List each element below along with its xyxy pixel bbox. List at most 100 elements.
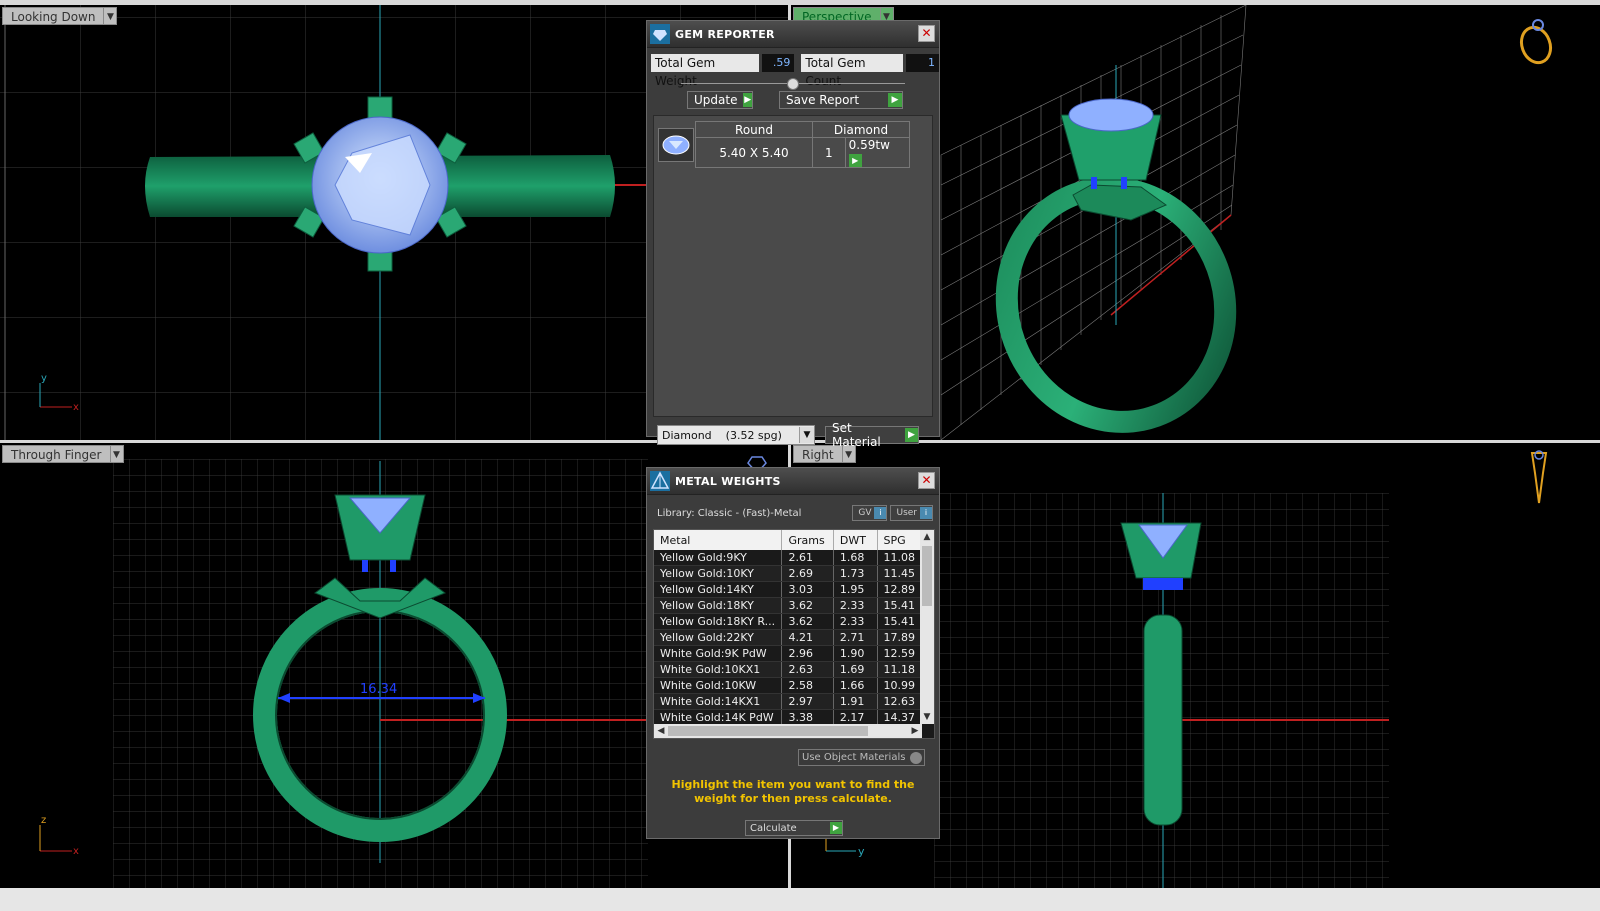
table-row[interactable]: White Gold:10KW 2.58 1.66 10.99: [654, 677, 922, 694]
total-gem-weight-value: .59: [761, 54, 795, 72]
gem-reporter-titlebar[interactable]: GEM REPORTER ✕: [647, 21, 939, 48]
column-header-grams[interactable]: Grams: [781, 530, 834, 550]
chevron-down-icon[interactable]: ▼: [110, 445, 124, 463]
gem-reporter-panel: GEM REPORTER ✕ Total Gem Weight .59 Tota…: [646, 20, 940, 449]
splitter-handle[interactable]: [787, 78, 799, 90]
grams-cell: 3.62: [781, 613, 834, 630]
dwt-cell: 1.66: [833, 677, 878, 694]
chevron-down-icon[interactable]: ▼: [799, 427, 814, 443]
grams-cell: 3.38: [781, 709, 834, 724]
dwt-cell: 2.17: [833, 709, 878, 724]
table-row[interactable]: White Gold:14KX1 2.97 1.91 12.63: [654, 693, 922, 710]
update-button[interactable]: Update ▶: [687, 91, 753, 109]
axis-x-label: x: [73, 846, 79, 857]
spg-cell: 10.99: [877, 677, 922, 694]
table-row[interactable]: White Gold:9K PdW 2.96 1.90 12.59: [654, 645, 922, 662]
ring-preview-icon: [1519, 19, 1553, 65]
library-label: Library: Classic - (Fast)-Metal: [657, 507, 802, 519]
viewport-view-selector[interactable]: Looking Down ▼: [2, 7, 118, 25]
metal-name-cell: Yellow Gold:18KY: [654, 597, 783, 614]
scrollbar-thumb[interactable]: [668, 726, 868, 736]
gv-toggle[interactable]: GV i: [852, 505, 888, 521]
chevron-down-icon[interactable]: ▼: [920, 710, 934, 724]
table-row[interactable]: White Gold:10KX1 2.63 1.69 11.18: [654, 661, 922, 678]
axis-x-label: x: [73, 402, 79, 413]
metal-name-cell: White Gold:9K PdW: [654, 645, 783, 662]
grams-cell: 2.58: [781, 677, 834, 694]
metal-name-cell: White Gold:14KX1: [654, 693, 783, 710]
table-row[interactable]: Yellow Gold:18KY 3.62 2.33 15.41: [654, 597, 922, 614]
metal-weights-panel: METAL WEIGHTS ✕ Library: Classic - (Fast…: [646, 467, 940, 839]
chevron-left-icon[interactable]: ◀: [654, 726, 668, 736]
play-icon: ▶: [743, 93, 752, 107]
table-row[interactable]: Yellow Gold:18KY R... 3.62 2.33 15.41: [654, 613, 922, 630]
metal-name-cell: Yellow Gold:18KY R...: [654, 613, 783, 630]
table-row[interactable]: Yellow Gold:9KY 2.61 1.68 11.08: [654, 550, 922, 566]
spg-cell: 11.18: [877, 661, 922, 678]
use-object-materials-toggle[interactable]: Use Object Materials: [798, 749, 925, 766]
chevron-down-icon[interactable]: ▼: [104, 7, 118, 25]
gem-list[interactable]: Round Diamond 5.40 X 5.40 1 0.59tw ▶: [653, 115, 933, 417]
gem-material: Diamond: [812, 121, 910, 138]
table-row[interactable]: Yellow Gold:22KY 4.21 2.71 17.89: [654, 629, 922, 646]
dimension-label: 16.34: [360, 682, 397, 697]
close-icon[interactable]: ✕: [918, 25, 935, 42]
metal-weights-titlebar[interactable]: METAL WEIGHTS ✕: [647, 468, 939, 495]
metal-weights-icon: [650, 471, 670, 491]
table-row[interactable]: White Gold:14K PdW 3.38 2.17 14.37: [654, 709, 922, 724]
chevron-up-icon[interactable]: ▲: [920, 530, 934, 544]
play-icon: ▶: [830, 822, 842, 834]
radio-icon: [910, 751, 922, 764]
user-label: User: [896, 508, 917, 518]
viewport-view-selector[interactable]: Through Finger ▼: [2, 445, 124, 463]
table-row[interactable]: Yellow Gold:14KY 3.03 1.95 12.89: [654, 581, 922, 598]
ring-side-icon: [1530, 450, 1548, 504]
material-select-value: Diamond (3.52 spg): [662, 428, 782, 442]
gem-list-item[interactable]: Round Diamond 5.40 X 5.40 1 0.59tw ▶: [658, 121, 928, 168]
grams-cell: 2.96: [781, 645, 834, 662]
grams-cell: 4.21: [781, 629, 834, 646]
vertical-scrollbar[interactable]: ▲ ▼: [920, 530, 934, 724]
horizontal-scrollbar[interactable]: ◀ ▶: [654, 724, 922, 738]
play-icon[interactable]: ▶: [848, 154, 862, 167]
save-report-button[interactable]: Save Report ▶: [779, 91, 903, 109]
spg-cell: 15.41: [877, 597, 922, 614]
total-gem-weight-label: Total Gem Weight: [651, 54, 759, 88]
column-header-spg[interactable]: SPG: [877, 530, 922, 550]
set-material-button[interactable]: Set Material ▶: [825, 421, 919, 449]
splitter[interactable]: [681, 78, 905, 90]
total-gem-count-value: 1: [906, 54, 939, 72]
dwt-cell: 2.71: [833, 629, 878, 646]
info-icon: i: [920, 507, 932, 519]
column-header-dwt[interactable]: DWT: [833, 530, 878, 550]
column-header-metal[interactable]: Metal: [654, 530, 783, 550]
instruction-text: Highlight the item you want to find the …: [671, 778, 915, 805]
metal-name-cell: White Gold:10KX1: [654, 661, 783, 678]
panel-title: GEM REPORTER: [675, 27, 775, 41]
gv-label: GV: [858, 508, 872, 518]
calculate-button[interactable]: Calculate ▶: [745, 820, 843, 836]
dwt-cell: 2.33: [833, 597, 878, 614]
gem-count: 1: [812, 137, 846, 168]
grams-cell: 2.97: [781, 693, 834, 710]
table-row[interactable]: Yellow Gold:10KY 2.69 1.73 11.45: [654, 565, 922, 582]
gem-shape: Round: [695, 121, 813, 138]
spg-cell: 11.45: [877, 565, 922, 582]
axis-y-label: y: [858, 845, 865, 858]
close-icon[interactable]: ✕: [918, 472, 935, 489]
gem-size: 5.40 X 5.40: [695, 137, 813, 168]
play-icon: ▶: [905, 428, 918, 442]
user-toggle[interactable]: User i: [890, 505, 933, 521]
viewport-divider[interactable]: [0, 888, 1600, 911]
gem-weight: 0.59tw: [848, 138, 890, 152]
grams-cell: 2.63: [781, 661, 834, 678]
chevron-right-icon[interactable]: ▶: [908, 726, 922, 736]
ring-band: [1143, 614, 1183, 826]
material-select[interactable]: Diamond (3.52 spg) ▼: [657, 425, 815, 445]
viewport-divider[interactable]: [0, 0, 1600, 5]
viewport-label: Looking Down: [2, 7, 105, 25]
dwt-cell: 1.91: [833, 693, 878, 710]
metal-list[interactable]: Metal Grams DWT SPG Yellow Gold:9KY 2.61 1…: [653, 529, 935, 739]
scrollbar-thumb[interactable]: [922, 546, 932, 606]
spg-cell: 15.41: [877, 613, 922, 630]
